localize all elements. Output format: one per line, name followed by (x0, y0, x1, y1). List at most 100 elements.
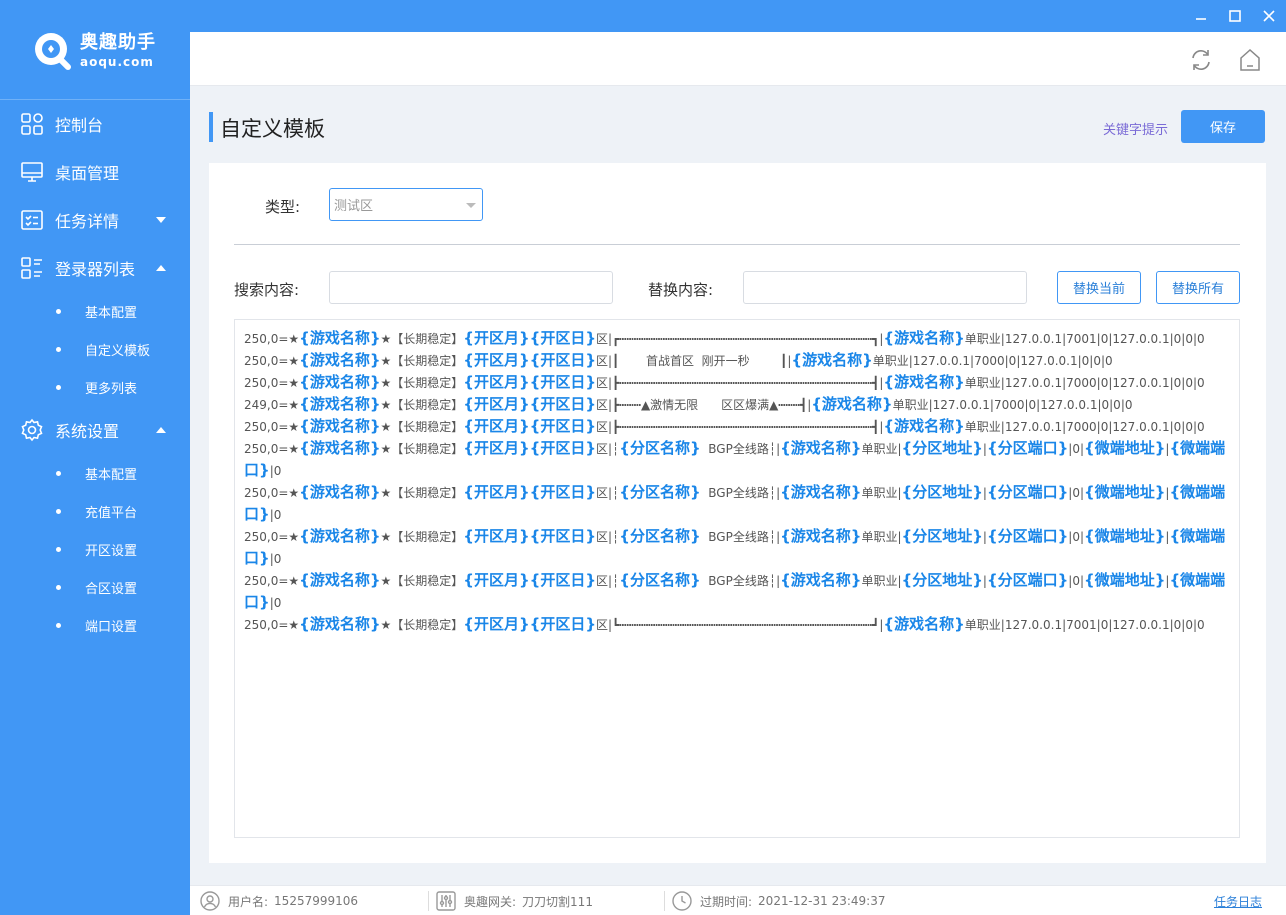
template-text: 250,0=★ (244, 376, 300, 390)
template-keyword: {分区地址} (901, 483, 983, 501)
sidebar-subitem-custom-template[interactable]: 自定义模板 (0, 330, 190, 368)
template-text: 单职业| (861, 574, 902, 588)
template-keyword: {游戏名称} (780, 571, 862, 589)
maximize-button[interactable] (1218, 0, 1252, 32)
logo-title: 奥趣助手 (80, 32, 156, 53)
chevron-up-icon (156, 265, 166, 271)
replace-current-button[interactable]: 替换当前 (1057, 271, 1141, 304)
template-text: 250,0=★ (244, 486, 300, 500)
refresh-button[interactable] (1188, 47, 1214, 73)
home-icon (1240, 48, 1260, 71)
template-keyword: {游戏名称} (811, 395, 893, 413)
template-text: 区|┆ (596, 574, 620, 588)
template-line: 250,0=★{游戏名称}★【长期稳定】{开区月}{开区日}区|┣┅┅┅┅┅┅┅… (244, 416, 1230, 438)
template-editor[interactable]: 250,0=★{游戏名称}★【长期稳定】{开区月}{开区日}区|┏┅┅┅┅┅┅┅… (234, 319, 1240, 838)
template-keyword: {游戏名称} (299, 615, 381, 633)
template-keyword: {游戏名称} (883, 373, 965, 391)
sidebar-item-tasks[interactable]: 任务详情 (0, 196, 190, 244)
template-text: 区|┆ (596, 442, 620, 456)
template-text: 区|┃ 首战首区 刚开一秒 ┃| (596, 354, 792, 368)
template-keyword: {分区地址} (901, 527, 983, 545)
template-keyword: {开区月}{开区日} (463, 329, 597, 347)
template-keyword: {分区名称} (619, 527, 701, 545)
template-text: |0| (1068, 486, 1085, 500)
template-text: |0 (269, 552, 282, 566)
close-button[interactable] (1252, 0, 1286, 32)
template-line: 250,0=★{游戏名称}★【长期稳定】{开区月}{开区日}区|┏┅┅┅┅┅┅┅… (244, 328, 1230, 350)
template-keyword: {游戏名称} (299, 483, 381, 501)
template-text: 区|┏┅┅┅┅┅┅┅┅┅┅┅┅┅┅┅┅┅┅┅┅┅┅┅┅┅┅┅┅┅┅┅┅┅┅┅┓| (596, 332, 884, 346)
template-keyword: {分区端口} (986, 571, 1069, 589)
sidebar-item-dashboard[interactable]: 控制台 (0, 100, 190, 148)
type-select-value: 测试区 (334, 199, 374, 214)
template-text: ★【长期稳定】 (380, 376, 464, 390)
template-text: 单职业|127.0.0.1|7001|0|127.0.0.1|0|0|0 (964, 618, 1205, 632)
template-text: 单职业|127.0.0.1|7000|0|127.0.0.1|0|0|0 (964, 420, 1205, 434)
sidebar-subitem-more-list[interactable]: 更多列表 (0, 368, 190, 406)
template-text: 单职业| (861, 442, 902, 456)
template-line: 250,0=★{游戏名称}★【长期稳定】{开区月}{开区日}区|┆{分区名称} … (244, 482, 1230, 526)
refresh-icon (1192, 50, 1210, 70)
sidebar-subitem-port-settings[interactable]: 端口设置 (0, 606, 190, 644)
template-keyword: {游戏名称} (299, 329, 381, 347)
template-keyword: {微端地址} (1084, 571, 1166, 589)
template-keyword: {开区月}{开区日} (463, 373, 597, 391)
template-text: 区|┆ (596, 530, 620, 544)
template-text: |0| (1068, 442, 1085, 456)
template-keyword: {游戏名称} (780, 527, 862, 545)
template-text: ★【长期稳定】 (380, 618, 464, 632)
template-line: 250,0=★{游戏名称}★【长期稳定】{开区月}{开区日}区|┆{分区名称} … (244, 570, 1230, 614)
template-text: 单职业|127.0.0.1|7001|0|127.0.0.1|0|0|0 (964, 332, 1205, 346)
task-log-link[interactable]: 任务日志 (1214, 893, 1262, 910)
logo-mark-icon (32, 30, 74, 72)
template-text: 单职业| (861, 530, 902, 544)
template-text: 区|┆ (596, 486, 620, 500)
template-keyword: {微端地址} (1084, 439, 1166, 457)
sidebar-item-label: 任务详情 (55, 212, 120, 231)
type-select[interactable]: 测试区 (329, 188, 483, 221)
sidebar-item-system-settings[interactable]: 系统设置 (0, 406, 190, 454)
clock-icon (672, 891, 692, 911)
footer-separator (664, 891, 665, 911)
template-text: BGP全线路┆| (700, 530, 781, 544)
list-icon (20, 256, 44, 280)
replace-input[interactable] (743, 271, 1027, 304)
template-keyword: {分区名称} (619, 571, 701, 589)
save-button[interactable]: 保存 (1181, 110, 1265, 143)
chevron-up-icon (156, 427, 166, 433)
template-keyword: {游戏名称} (780, 439, 862, 457)
template-keyword: {游戏名称} (883, 615, 965, 633)
keyword-hint-link[interactable]: 关键字提示 (1103, 119, 1168, 138)
sidebar-subitem-server-merge[interactable]: 合区设置 (0, 568, 190, 606)
template-line: 250,0=★{游戏名称}★【长期稳定】{开区月}{开区日}区|┃ 首战首区 刚… (244, 350, 1230, 372)
search-input[interactable] (329, 271, 613, 304)
replace-all-button[interactable]: 替换所有 (1156, 271, 1240, 304)
sidebar-subitem-recharge-platform[interactable]: 充值平台 (0, 492, 190, 530)
template-keyword: {开区月}{开区日} (463, 571, 597, 589)
sidebar-item-desktop[interactable]: 桌面管理 (0, 148, 190, 196)
template-keyword: {游戏名称} (883, 329, 965, 347)
sidebar-nav: 控制台 桌面管理 任务详情 登录器列表 基本配置 自定义模板 更多列表 系统设置… (0, 100, 190, 644)
template-keyword: {分区地址} (901, 571, 983, 589)
template-text: 250,0=★ (244, 354, 300, 368)
sidebar-subitem-server-open[interactable]: 开区设置 (0, 530, 190, 568)
template-keyword: {微端地址} (1084, 483, 1166, 501)
sidebar-item-label: 控制台 (55, 116, 104, 135)
home-button[interactable] (1237, 47, 1263, 73)
template-keyword: {开区月}{开区日} (463, 483, 597, 501)
page-title: 自定义模板 (220, 117, 325, 141)
template-text: ★【长期稳定】 (380, 574, 464, 588)
template-card: 类型: 测试区 搜索内容: 替换内容: 替换当前 替换所有 250,0=★{游戏… (209, 163, 1266, 863)
sidebar-item-launcher-list[interactable]: 登录器列表 (0, 244, 190, 292)
template-text: 区|┣┅┅┅┅┅┅┅┅┅┅┅┅┅┅┅┅┅┅┅┅┅┅┅┅┅┅┅┅┅┅┅┅┅┅┅┫| (596, 376, 884, 390)
sidebar-subitem-basic-config[interactable]: 基本配置 (0, 454, 190, 492)
template-keyword: {开区月}{开区日} (463, 417, 597, 435)
minimize-button[interactable] (1184, 0, 1218, 32)
monitor-icon (20, 160, 44, 184)
template-keyword: {游戏名称} (299, 351, 381, 369)
sidebar-subitem-basic-config[interactable]: 基本配置 (0, 292, 190, 330)
template-text: |0 (269, 596, 282, 610)
template-text: 区|┗┅┅┅┅┅┅┅┅┅┅┅┅┅┅┅┅┅┅┅┅┅┅┅┅┅┅┅┅┅┅┅┅┅┅┅┛| (596, 618, 884, 632)
template-text: 250,0=★ (244, 332, 300, 346)
footer-expire-label: 过期时间: (700, 894, 753, 909)
